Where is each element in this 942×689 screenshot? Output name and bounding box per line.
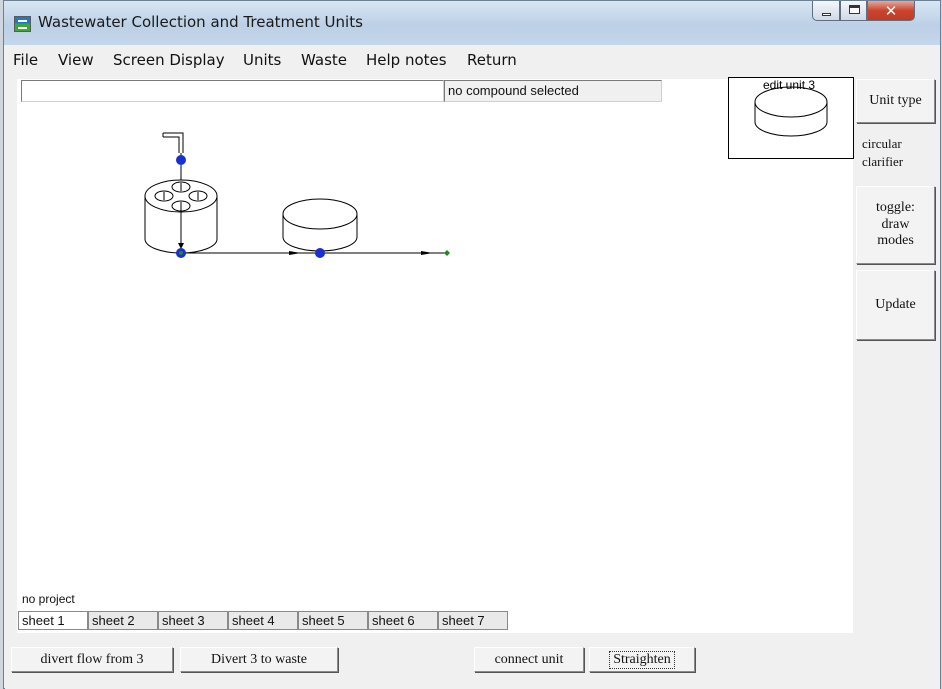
- menu-waste[interactable]: Waste: [301, 51, 347, 69]
- unit-name-field[interactable]: [21, 80, 444, 102]
- maximize-button[interactable]: [840, 1, 867, 21]
- menu-view[interactable]: View: [58, 51, 94, 69]
- minimize-icon: [822, 13, 831, 16]
- close-icon: ✕: [884, 2, 898, 20]
- unit-preview-box: edit unit 3: [728, 77, 854, 159]
- preview-label: edit unit 3: [763, 78, 816, 92]
- flow-diagram: [144, 132, 450, 258]
- flow-arrow-2: [421, 251, 433, 255]
- unit-type-button[interactable]: Unit type: [856, 79, 935, 123]
- minimize-button[interactable]: [812, 1, 840, 21]
- flow-arrow-1: [289, 251, 301, 255]
- menu-return[interactable]: Return: [467, 51, 517, 69]
- close-button[interactable]: ✕: [867, 1, 915, 21]
- app-icon: [14, 16, 31, 32]
- project-status: no project: [22, 592, 75, 606]
- unit-kind-label: circular clarifier: [862, 136, 904, 169]
- toggle-draw-modes-button[interactable]: toggle: draw modes: [856, 186, 935, 264]
- tank-outlet-node-core: [179, 251, 183, 255]
- menu-help-notes[interactable]: Help notes: [366, 51, 447, 69]
- tab-sheet-5[interactable]: sheet 5: [298, 611, 368, 630]
- circular-clarifier-unit[interactable]: [282, 198, 358, 252]
- tab-sheet-1[interactable]: sheet 1: [18, 611, 88, 630]
- tab-sheet-4[interactable]: sheet 4: [228, 611, 298, 630]
- divert-flow-button[interactable]: divert flow from 3: [11, 647, 173, 672]
- app-window: Wastewater Collection and Treatment Unit…: [3, 0, 941, 689]
- drawing-canvas[interactable]: [17, 79, 853, 633]
- outlet-endpoint-node[interactable]: [444, 250, 450, 256]
- update-button[interactable]: Update: [856, 270, 935, 340]
- window-title: Wastewater Collection and Treatment Unit…: [38, 13, 363, 31]
- connect-unit-button[interactable]: connect unit: [474, 647, 584, 672]
- menu-bar: File View Screen Display Units Waste Hel…: [5, 46, 940, 72]
- maximize-icon: [849, 5, 860, 14]
- inlet-pipe: [162, 132, 184, 153]
- straighten-button[interactable]: Straighten: [589, 647, 695, 672]
- menu-screen-display[interactable]: Screen Display: [113, 51, 225, 69]
- inlet-node[interactable]: [176, 155, 186, 165]
- tab-sheet-7[interactable]: sheet 7: [438, 611, 508, 630]
- tab-sheet-3[interactable]: sheet 3: [158, 611, 228, 630]
- clarifier-inlet-node[interactable]: [315, 248, 325, 258]
- tab-sheet-6[interactable]: sheet 6: [368, 611, 438, 630]
- menu-file[interactable]: File: [13, 51, 38, 69]
- title-bar[interactable]: Wastewater Collection and Treatment Unit…: [4, 1, 940, 45]
- compound-field: no compound selected: [444, 80, 662, 102]
- window-bottom-edge: [5, 682, 940, 689]
- menu-units[interactable]: Units: [243, 51, 281, 69]
- divert-to-waste-button[interactable]: Divert 3 to waste: [180, 647, 338, 672]
- straighten-label: Straighten: [609, 650, 675, 669]
- tab-sheet-2[interactable]: sheet 2: [88, 611, 158, 630]
